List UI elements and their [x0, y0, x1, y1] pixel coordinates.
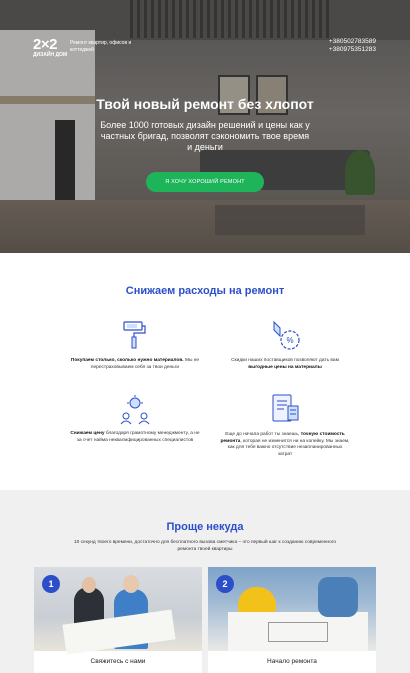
idea-team-icon [120, 395, 150, 425]
feature-bold: выгодные цены на материалы [248, 364, 322, 370]
feature-bold: Покупаем столько, сколько нужно материал… [70, 358, 184, 363]
step-number: 2 [216, 575, 234, 593]
logo-mark: 2×2 [33, 36, 57, 53]
steps-title: Проще некуда [166, 521, 244, 533]
person-head [82, 577, 96, 593]
discount-tag-icon: % [273, 320, 300, 350]
hero-subtitle: Более 1000 готовых дизайн решений и цены… [100, 120, 310, 152]
logo-subtitle: ДИЗАЙН ДОМ [33, 52, 68, 58]
step-card: 2 Начало ремонта [208, 567, 376, 673]
person-arm [318, 577, 358, 617]
feature-text: , которая не изменится ни на копейку. Мы… [227, 438, 350, 457]
svg-text:%: % [286, 336, 293, 345]
header-phones: +380502783589 +380975351283 [329, 38, 376, 54]
feature-item: Снижаем цену благодаря грамотному менедж… [70, 395, 200, 444]
savings-title: Снижаем расходы на ремонт [125, 285, 285, 297]
feature-text: Скидки наших поставщиков позволяют дать … [231, 358, 339, 363]
feature-item: % Скидки наших поставщиков позволяют дат… [220, 318, 350, 371]
step-number: 1 [42, 575, 60, 593]
feature-bold: Снижаем цену [70, 431, 105, 436]
steps-subtitle: 10 секунд твоего времени, достаточно для… [73, 540, 337, 552]
phone-link[interactable]: +380502783589 [329, 38, 376, 46]
step-label: Начало ремонта [267, 658, 317, 665]
feature-text: Еще до начала работ ты знаешь, [225, 432, 301, 437]
hard-hat [238, 587, 276, 613]
header-tagline: Ремонт квартир, офисов и коттеджей [70, 40, 132, 53]
blueprint-plan [268, 622, 328, 642]
phone-link[interactable]: +380975351283 [329, 46, 376, 54]
paint-roller-icon [123, 321, 146, 349]
hero-title: Твой новый ремонт без хлопот [96, 96, 314, 112]
step-label: Свяжитесь с нами [90, 658, 146, 665]
feature-item: Покупаем столько, сколько нужно материал… [70, 318, 200, 371]
step-card: 1 Свяжитесь с нами [34, 567, 202, 673]
site-logo[interactable]: 2×2 ДИЗАЙН ДОМ [33, 36, 68, 58]
estimate-document-icon [272, 394, 299, 422]
cta-button[interactable]: Я ХОЧУ ХОРОШИЙ РЕМОНТ [146, 172, 264, 192]
feature-item: Еще до начала работ ты знаешь, точную ст… [220, 392, 350, 458]
person-head [123, 575, 139, 593]
